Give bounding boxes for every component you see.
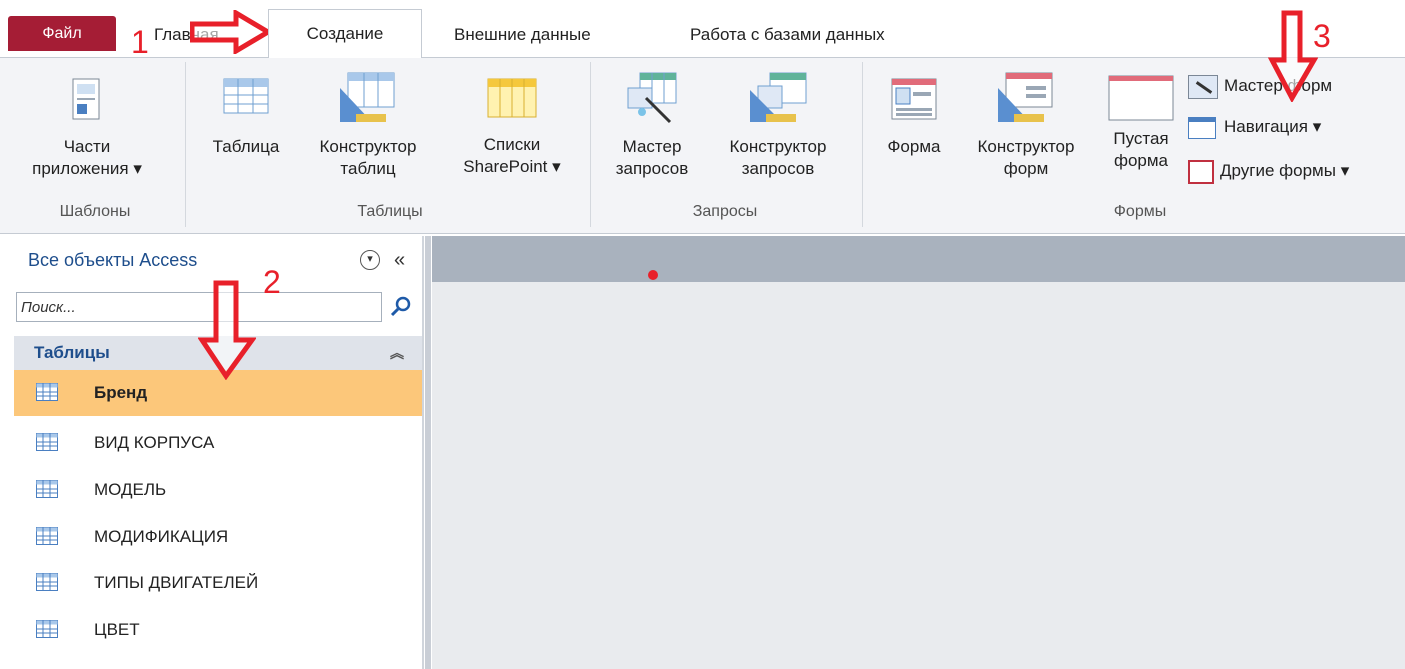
query-designer-label: Конструктор — [729, 137, 827, 156]
tab-external-data[interactable]: Внешние данные — [454, 19, 591, 51]
query-designer-label-2: запросов — [741, 159, 815, 178]
app-parts-icon — [72, 78, 100, 120]
blank-form-label-2: форма — [1113, 151, 1169, 170]
other-forms-button[interactable]: Другие формы ▾ — [1188, 157, 1349, 185]
section-title: Таблицы — [34, 343, 110, 362]
app-parts-label-2: приложения ▾ — [32, 159, 142, 178]
annotation-arrow-right — [190, 10, 272, 54]
form-designer-label-2: форм — [1003, 159, 1049, 178]
navigation-button[interactable]: Навигация ▾ — [1188, 113, 1321, 141]
table-icon — [36, 527, 58, 545]
query-designer-icon — [750, 72, 807, 122]
group-separator — [862, 62, 863, 227]
query-wizard-icon — [627, 72, 677, 124]
nav-menu-dropdown-icon[interactable]: ▾ — [360, 250, 380, 270]
app-parts-button[interactable]: Части приложения ▾ — [12, 78, 162, 180]
group-label-tables: Таблицы — [357, 203, 423, 220]
tab-database-tools[interactable]: Работа с базами данных — [690, 19, 885, 51]
navigation-icon — [1188, 116, 1216, 139]
form-designer-icon — [998, 72, 1053, 122]
form-designer-button[interactable]: Конструктор форм — [956, 72, 1096, 180]
search-icon[interactable] — [384, 292, 418, 322]
table-item-model[interactable]: МОДЕЛЬ — [14, 467, 422, 513]
table-designer-button[interactable]: Конструктор таблиц — [298, 72, 438, 180]
form-label: Форма — [887, 137, 941, 156]
annotation-number-2: 2 — [263, 264, 281, 300]
sharepoint-lists-label: Списки — [483, 135, 541, 154]
collapse-section-icon[interactable]: ︽ — [390, 336, 404, 370]
table-item-color[interactable]: ЦВЕТ — [14, 607, 422, 653]
blank-form-label: Пустая — [1113, 129, 1169, 148]
table-item-label: ТИПЫ ДВИГАТЕЛЕЙ — [94, 573, 259, 592]
group-separator — [185, 62, 186, 227]
blank-form-button[interactable]: Пустая форма — [1096, 72, 1186, 172]
annotation-dot — [648, 270, 658, 280]
annotation-arrow-down — [1268, 10, 1318, 102]
blank-form-icon — [1108, 75, 1174, 121]
form-button[interactable]: Форма — [872, 78, 956, 158]
sharepoint-lists-icon — [487, 78, 537, 118]
table-designer-label: Конструктор — [319, 137, 417, 156]
query-wizard-button[interactable]: Мастер запросов — [600, 72, 704, 180]
query-designer-button[interactable]: Конструктор запросов — [706, 72, 850, 180]
nav-pane-title: Все объекты Access — [28, 250, 198, 270]
table-icon — [36, 433, 58, 451]
table-label: Таблица — [212, 137, 280, 156]
group-label-queries: Запросы — [692, 203, 758, 220]
ribbon: Части приложения ▾ Шаблоны Таблица Конст… — [0, 57, 1405, 234]
tab-file[interactable]: Файл — [8, 16, 116, 51]
group-label-forms: Формы — [1113, 203, 1167, 220]
table-item-label: МОДЕЛЬ — [94, 480, 167, 499]
table-item-modification[interactable]: МОДИФИКАЦИЯ — [14, 514, 422, 560]
table-item-engine-types[interactable]: ТИПЫ ДВИГАТЕЛЕЙ — [14, 560, 422, 606]
form-designer-label: Конструктор — [977, 137, 1075, 156]
nav-collapse-icon[interactable]: « — [394, 236, 405, 284]
table-icon — [36, 383, 58, 401]
table-icon — [36, 620, 58, 638]
pane-splitter[interactable] — [425, 236, 431, 669]
table-button[interactable]: Таблица — [198, 78, 294, 158]
table-designer-label-2: таблиц — [340, 159, 396, 178]
sharepoint-lists-label-2: SharePoint ▾ — [463, 157, 561, 176]
group-label-templates: Шаблоны — [59, 203, 131, 220]
table-item-label: Бренд — [94, 383, 148, 402]
table-item-label: МОДИФИКАЦИЯ — [94, 527, 229, 546]
form-wizard-icon — [1188, 74, 1218, 99]
nav-pane-header[interactable]: Все объекты Access ▾ « — [14, 236, 422, 284]
document-workspace — [432, 236, 1405, 669]
table-icon — [223, 78, 269, 114]
sharepoint-lists-button[interactable]: Списки SharePoint ▾ — [442, 78, 582, 178]
tab-create[interactable]: Создание — [268, 9, 422, 58]
table-item-label: ЦВЕТ — [94, 620, 140, 639]
annotation-number-1: 1 — [131, 24, 149, 60]
group-separator — [590, 62, 591, 227]
annotation-arrow-down — [198, 280, 256, 380]
query-wizard-label: Мастер — [622, 137, 682, 156]
query-wizard-label-2: запросов — [615, 159, 689, 178]
other-forms-icon — [1188, 159, 1214, 184]
form-icon — [891, 78, 937, 120]
document-tab-strip — [432, 236, 1405, 282]
table-item-label: ВИД КОРПУСА — [94, 433, 215, 452]
table-item-body-type[interactable]: ВИД КОРПУСА — [14, 420, 422, 466]
app-parts-label: Части — [63, 137, 111, 156]
table-designer-icon — [340, 72, 395, 122]
table-icon — [36, 573, 58, 591]
table-icon — [36, 480, 58, 498]
